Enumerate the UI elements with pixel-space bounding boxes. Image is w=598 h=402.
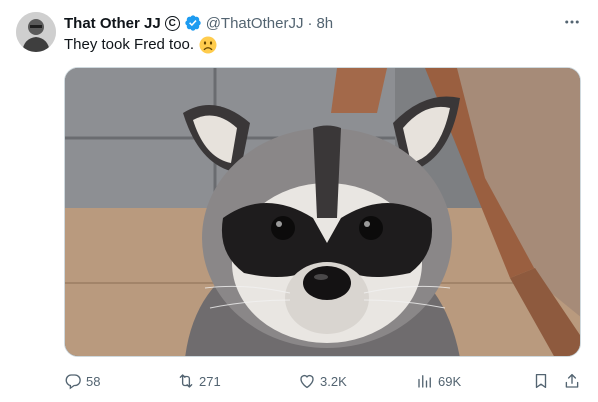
affiliate-badge: C — [164, 15, 180, 31]
more-options-button[interactable] — [562, 12, 582, 32]
avatar[interactable] — [16, 12, 56, 52]
reply-button[interactable]: 58 — [64, 370, 100, 392]
retweet-button[interactable]: 271 — [177, 370, 221, 392]
views-button[interactable]: 69K — [416, 370, 461, 392]
reply-count: 58 — [86, 373, 101, 389]
more-icon — [565, 20, 579, 24]
share-button[interactable] — [563, 370, 585, 392]
raccoon-photo — [65, 68, 580, 356]
retweet-count: 271 — [199, 373, 221, 389]
verified-icon — [185, 15, 201, 31]
view-count: 69K — [438, 373, 462, 389]
tweet-header: That Other JJ C @ThatOtherJJ · 8h — [64, 13, 582, 33]
separator-dot: · — [307, 14, 313, 32]
heart-icon — [300, 374, 314, 389]
action-bar: 58 271 3.2K 69K — [64, 370, 584, 392]
retweet-icon — [179, 374, 193, 388]
share-icon — [565, 373, 579, 388]
like-button[interactable]: 3.2K — [298, 370, 347, 392]
tweet-text: They took Fred too. — [64, 35, 217, 55]
frowning-face-icon — [199, 36, 217, 54]
affiliate-badge-letter: C — [168, 17, 176, 29]
bookmark-button[interactable] — [532, 370, 554, 392]
reply-icon — [65, 374, 81, 390]
like-count: 3.2K — [320, 373, 347, 389]
tweet-image[interactable] — [64, 67, 581, 357]
analytics-icon — [418, 375, 431, 388]
bookmark-icon — [535, 373, 547, 389]
tweet-text-content: They took Fred too. — [64, 36, 195, 53]
tweet[interactable]: That Other JJ C @ThatOtherJJ · 8h They t… — [0, 0, 598, 402]
author-name[interactable]: That Other JJ — [64, 15, 161, 32]
tweet-time[interactable]: 8h — [316, 15, 333, 32]
author-handle[interactable]: @ThatOtherJJ — [206, 15, 304, 32]
